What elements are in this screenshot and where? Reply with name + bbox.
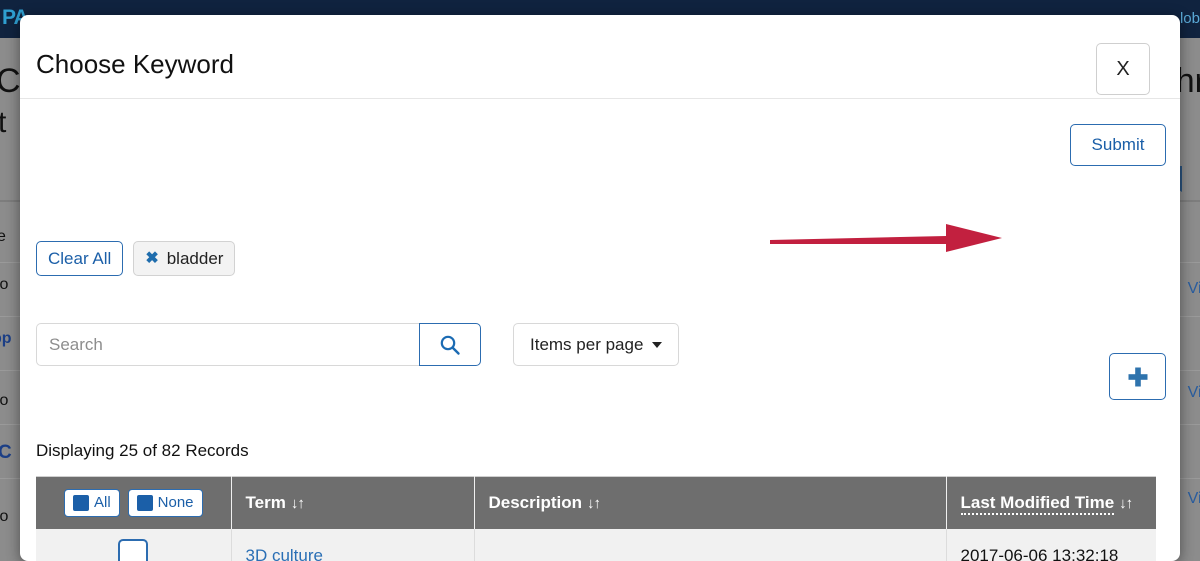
column-header-last-modified[interactable]: Last Modified Time↓↑ (946, 477, 1156, 529)
row-term-cell: 3D culture (231, 529, 474, 561)
row-last-modified-cell: 2017-06-06 13:32:18 (946, 529, 1156, 561)
sort-updown-icon[interactable]: ↓↑ (587, 495, 600, 512)
modal-title: Choose Keyword (36, 49, 234, 80)
sort-updown-icon[interactable]: ↓↑ (291, 495, 304, 512)
background-text-fragment: C (0, 442, 12, 464)
background-page-subtitle: t (0, 106, 6, 140)
red-arrow-right-icon (770, 218, 1015, 258)
select-none-label: None (158, 494, 194, 511)
table-body: 3D culture 2017-06-06 13:32:18 3D imagin… (36, 529, 1156, 561)
background-view-link[interactable]: View (1188, 280, 1200, 298)
background-text-fragment: e (0, 228, 6, 246)
selected-keywords-row: Clear All ✖ bladder (36, 241, 235, 276)
chevron-down-icon (652, 342, 662, 348)
column-header-term[interactable]: Term ↓↑ (231, 477, 474, 529)
background-view-link[interactable]: View (1188, 490, 1200, 508)
sort-updown-icon[interactable]: ↓↑ (1119, 495, 1132, 512)
keyword-chip-label: bladder (167, 249, 224, 269)
row-select-cell (36, 529, 231, 561)
row-checkbox[interactable] (118, 539, 148, 561)
row-description-cell (474, 529, 946, 561)
keywords-table-wrapper: All None Term↓↑ D (36, 476, 1156, 561)
checkbox-empty-icon (137, 495, 153, 511)
keyword-chip-bladder[interactable]: ✖ bladder (133, 241, 235, 276)
search-input[interactable] (36, 323, 419, 366)
select-all-button[interactable]: All (64, 489, 120, 517)
navbar-link-global[interactable]: lob (1180, 10, 1200, 27)
modal-header: Choose Keyword X (20, 15, 1180, 98)
table-header-row: All None Term↓↑ D (36, 477, 1156, 529)
items-per-page-dropdown[interactable]: Items per page (513, 323, 679, 366)
column-header-description-label: Description (489, 493, 583, 512)
add-keyword-button[interactable] (1109, 353, 1166, 400)
background-text-fragment: pp (0, 330, 12, 348)
select-none-button[interactable]: None (128, 489, 203, 517)
term-link[interactable]: 3D culture (246, 546, 323, 561)
search-button[interactable] (419, 323, 481, 366)
background-text-fragment: to (0, 508, 8, 526)
table-row: 3D culture 2017-06-06 13:32:18 (36, 529, 1156, 561)
close-button[interactable]: X (1096, 43, 1150, 95)
table-head: All None Term↓↑ D (36, 477, 1156, 529)
column-header-description[interactable]: Description↓↑ (474, 477, 946, 529)
clear-all-button[interactable]: Clear All (36, 241, 123, 276)
search-controls-row: Items per page (36, 323, 679, 366)
background-page-title: C (0, 62, 21, 101)
checkbox-checked-icon (73, 495, 89, 511)
items-per-page-label: Items per page (530, 335, 643, 355)
plus-icon (1125, 364, 1151, 390)
column-header-term-label: Term (246, 493, 286, 512)
submit-button[interactable]: Submit (1070, 124, 1166, 166)
close-x-icon[interactable]: ✖ (145, 251, 158, 267)
header-divider (20, 98, 1180, 99)
select-all-label: All (94, 494, 111, 511)
background-text-fragment: to (0, 392, 8, 410)
search-group (36, 323, 481, 366)
background-text-fragment: to (0, 276, 8, 294)
background-view-link[interactable]: View (1188, 384, 1200, 402)
column-header-last-modified-label: Last Modified Time (961, 493, 1115, 515)
search-icon (439, 334, 461, 356)
select-toggle-group: All None (46, 489, 221, 517)
column-header-select: All None (36, 477, 231, 529)
records-count-label: Displaying 25 of 82 Records (36, 441, 249, 461)
choose-keyword-modal: Choose Keyword X Submit Clear All ✖ blad… (20, 15, 1180, 561)
keywords-table: All None Term↓↑ D (36, 476, 1156, 561)
